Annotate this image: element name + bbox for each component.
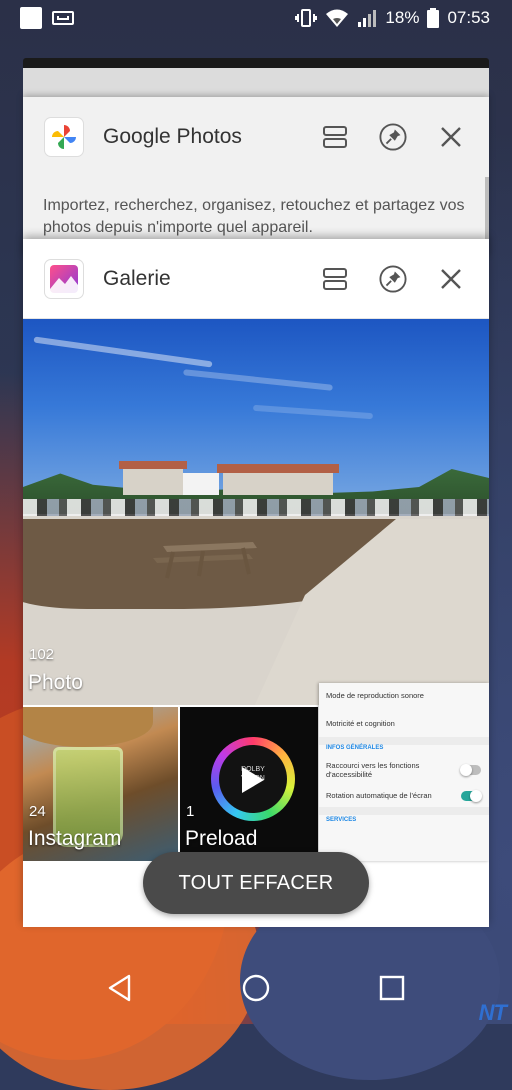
- recent-app-card-settings[interactable]: Mode de reproduction sonore Motricité et…: [319, 683, 489, 861]
- accessibility-shortcut-toggle[interactable]: [460, 764, 481, 776]
- battery-percent: 18%: [385, 8, 420, 27]
- pin-icon[interactable]: [379, 123, 407, 151]
- battery-icon: [427, 8, 440, 28]
- galerie-icon: [45, 259, 83, 298]
- album-count: 102: [29, 646, 55, 663]
- watermark-logo: NT: [478, 1000, 507, 1025]
- app-description: Importez, recherchez, organisez, retouch…: [43, 197, 465, 236]
- settings-section-header: INFOS GÉNÉRALES: [326, 745, 384, 751]
- app-title: Google Photos: [103, 125, 242, 148]
- back-triangle-icon[interactable]: [100, 968, 140, 1008]
- status-bar: 18% 07:53: [0, 0, 512, 36]
- pin-icon[interactable]: [379, 264, 407, 293]
- settings-section-header: SERVICES: [326, 817, 357, 823]
- album-count: 24: [29, 803, 46, 820]
- signal-icon: [358, 10, 377, 27]
- app-title: Galerie: [103, 266, 171, 290]
- auto-rotate-toggle[interactable]: [461, 790, 482, 802]
- card-header: Galerie: [23, 239, 489, 319]
- album-count: 1: [186, 803, 195, 820]
- split-screen-icon[interactable]: [321, 265, 349, 293]
- clock: 07:53: [447, 8, 490, 27]
- settings-row: Raccourci vers les fonctions d'accessibi…: [326, 761, 420, 779]
- recent-app-card-google-photos[interactable]: Google Photos Importez, recherchez, orga…: [23, 97, 489, 257]
- close-icon[interactable]: [437, 265, 465, 293]
- galerie-preview: 102 Photo 24 Instagram DOLBY VISION 1 Pr…: [23, 319, 489, 861]
- album-name: Photo: [28, 671, 83, 694]
- home-circle-icon[interactable]: [236, 968, 276, 1008]
- recent-app-card-galerie[interactable]: Galerie 102 Photo 24 Instagram DOLBY VIS…: [23, 239, 489, 927]
- album-tile-instagram[interactable]: 24 Instagram: [23, 707, 178, 861]
- album-name: Preload: [185, 827, 258, 850]
- navigation-bar: [0, 950, 512, 1024]
- wifi-icon: [326, 9, 349, 27]
- settings-row: Rotation automatique de l'écran: [326, 791, 432, 800]
- album-tile-preload[interactable]: DOLBY VISION 1 Preload: [180, 707, 318, 861]
- vibrate-icon: [295, 9, 318, 27]
- clear-all-button[interactable]: TOUT EFFACER: [143, 852, 369, 914]
- notification-square-icon: [20, 7, 42, 29]
- settings-row: Motricité et cognition: [326, 719, 395, 728]
- split-screen-icon[interactable]: [321, 123, 349, 151]
- play-icon: [242, 767, 264, 793]
- voicemail-icon: [52, 11, 74, 25]
- card-header: Google Photos: [23, 97, 489, 177]
- settings-row: Mode de reproduction sonore: [326, 691, 424, 700]
- album-tile-photo[interactable]: 102 Photo: [23, 319, 489, 705]
- google-photos-icon: [45, 118, 83, 156]
- album-name: Instagram: [28, 827, 122, 850]
- close-icon[interactable]: [437, 123, 465, 151]
- recents-square-icon[interactable]: [372, 968, 412, 1008]
